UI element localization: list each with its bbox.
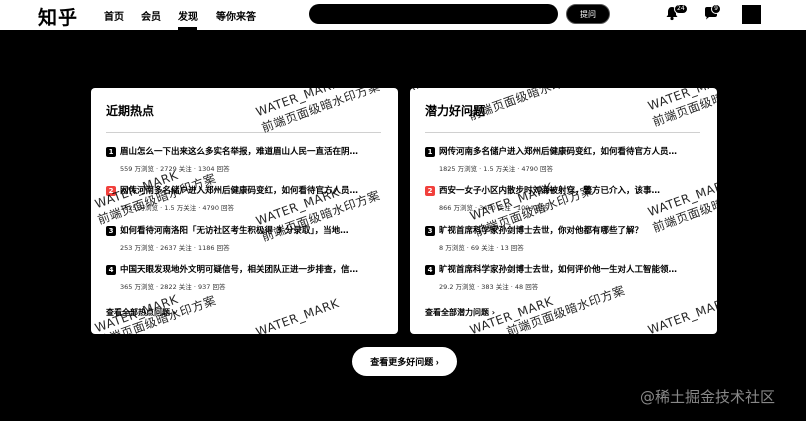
rank-badge: 2 — [425, 186, 435, 196]
nav-discover[interactable]: 发现 — [178, 8, 198, 23]
item-title[interactable]: 眉山怎么一下出来这么多实名举报，难道眉山人民一直活在阴… — [120, 147, 358, 157]
rank-badge: 2 — [106, 186, 116, 196]
item-meta: 866 万浏览 · 3460 关注 · 1004 回答 — [439, 204, 549, 212]
view-more-questions-button[interactable]: 查看更多好问题 › — [352, 347, 457, 376]
watermark-text: 前端页面级暗水印方案 — [259, 88, 382, 136]
item-meta: 365 万浏览 · 2822 关注 · 937 回答 — [120, 283, 226, 291]
item-meta: 29.2 万浏览 · 383 关注 · 48 回答 — [439, 283, 539, 291]
list-item[interactable]: 4 旷视首席科学家孙剑博士去世，如何评价他一生对人工智能领… 29.2 万浏览 ·… — [425, 264, 705, 291]
list-item[interactable]: 3 旷视首席科学家孙剑博士去世，你对他都有哪些了解？ 8 万浏览 · 69 关注 … — [425, 225, 705, 252]
list-item[interactable]: 3 如何看待河南洛阳「无访社区考生积极得 3 分录取」，当地… 253 万浏览 ·… — [106, 225, 386, 252]
item-meta: 1825 万浏览 · 1.5 万关注 · 4790 回答 — [120, 204, 235, 212]
item-meta: 8 万浏览 · 69 关注 · 13 回答 — [439, 244, 524, 252]
item-title[interactable]: 如何看待河南洛阳「无访社区考生积极得 3 分录取」，当地… — [120, 226, 349, 236]
nav-vip[interactable]: 会员 — [141, 8, 161, 23]
message-badge: 9 — [711, 4, 721, 14]
item-meta: 253 万浏览 · 2637 关注 · 1186 回答 — [120, 244, 230, 252]
card-title: 潜力好问题 — [425, 104, 486, 118]
watermark-text: WATER_MARK — [646, 88, 717, 114]
rank-badge: 4 — [425, 265, 435, 275]
list-item[interactable]: 1 眉山怎么一下出来这么多实名举报，难道眉山人民一直活在阴… 559 万浏览 · … — [106, 146, 386, 173]
rank-badge: 1 — [106, 147, 116, 157]
zhihu-logo[interactable]: 知乎 — [38, 3, 78, 30]
search-input[interactable] — [309, 4, 558, 24]
item-title[interactable]: 网传河南多名储户进入郑州后健康码变红，如何看待官方人员… — [120, 186, 358, 196]
item-title[interactable]: 西安一女子小区内散步时刘海被射穿，警方已介入，该事… — [439, 186, 660, 196]
rank-badge: 3 — [425, 226, 435, 236]
watermark-text: WATER_MARK — [410, 88, 426, 120]
user-avatar[interactable] — [742, 5, 761, 24]
watermark-text: 前端页面级暗水印方案 — [650, 88, 717, 130]
ask-question-button[interactable]: 提问 — [566, 4, 610, 24]
notification-badge: 24 — [674, 4, 688, 14]
potential-questions-card: 潜力好问题 1 网传河南多名储户进入郑州后健康码变红，如何看待官方人员… 1825… — [410, 88, 717, 334]
watermark-text: WATER_MARK — [646, 294, 717, 334]
list-item[interactable]: 2 网传河南多名储户进入郑州后健康码变红，如何看待官方人员… 1825 万浏览 ·… — [106, 185, 386, 212]
list-item[interactable]: 4 中国天眼发现地外文明可疑信号，相关团队正进一步排查，信… 365 万浏览 · … — [106, 264, 386, 291]
rank-badge: 3 — [106, 226, 116, 236]
item-meta: 559 万浏览 · 2729 关注 · 1304 回答 — [120, 165, 230, 173]
watermark-text: WATER_MARK — [254, 88, 342, 120]
item-title[interactable]: 中国天眼发现地外文明可疑信号，相关团队正进一步排查，信… — [120, 265, 358, 275]
rank-badge: 4 — [106, 265, 116, 275]
hot-topics-card: 近期热点 1 眉山怎么一下出来这么多实名举报，难道眉山人民一直活在阴… 559 万… — [91, 88, 398, 334]
view-all-hot-link[interactable]: 查看全部热点问题 › — [106, 307, 176, 318]
nav-home[interactable]: 首页 — [104, 8, 124, 23]
card-divider — [425, 132, 700, 133]
card-title: 近期热点 — [106, 104, 155, 118]
item-meta: 1825 万浏览 · 1.5 万关注 · 4790 回答 — [439, 165, 554, 173]
card-divider — [106, 132, 381, 133]
item-title[interactable]: 旷视首席科学家孙剑博士去世，如何评价他一生对人工智能领… — [439, 265, 677, 275]
item-title[interactable]: 旷视首席科学家孙剑博士去世，你对他都有哪些了解？ — [439, 226, 643, 236]
watermark-text: WATER_MARK — [254, 296, 342, 334]
rank-badge: 1 — [425, 147, 435, 157]
item-title[interactable]: 网传河南多名储户进入郑州后健康码变红，如何看待官方人员… — [439, 147, 677, 157]
nav-active-indicator — [178, 27, 197, 30]
list-item[interactable]: 1 网传河南多名储户进入郑州后健康码变红，如何看待官方人员… 1825 万浏览 ·… — [425, 146, 705, 173]
view-all-potential-link[interactable]: 查看全部潜力问题 › — [425, 307, 495, 318]
nav-waiting-answers[interactable]: 等你来答 — [216, 8, 256, 23]
site-watermark: @稀土掘金技术社区 — [640, 388, 776, 406]
list-item[interactable]: 2 西安一女子小区内散步时刘海被射穿，警方已介入，该事… 866 万浏览 · 34… — [425, 185, 705, 212]
top-navbar: 知乎 首页 会员 发现 等你来答 提问 24 9 — [0, 0, 806, 30]
